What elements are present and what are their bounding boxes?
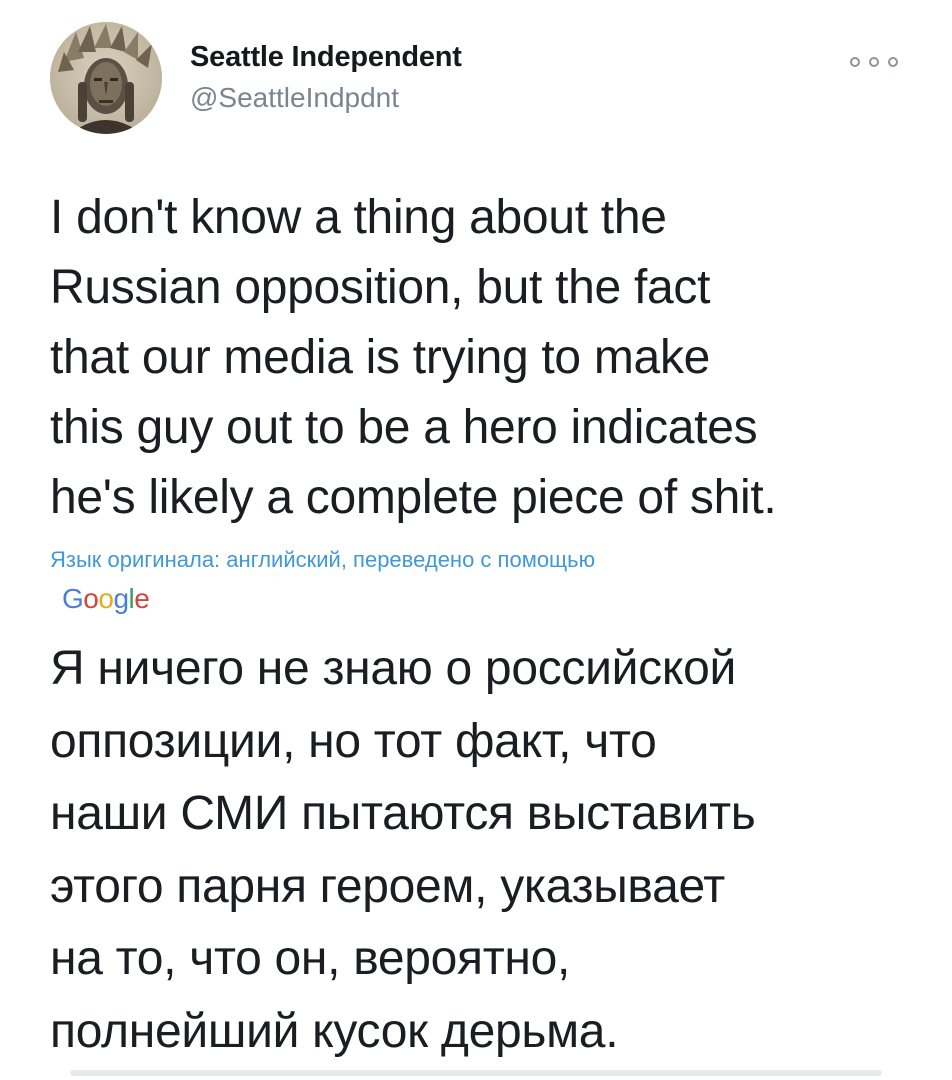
google-logo-letter: G: [62, 583, 84, 614]
translated-text-line: полнейший кусок дерьма.: [50, 1004, 619, 1058]
translation-note[interactable]: Язык оригинала: английский, переведено с…: [50, 546, 595, 574]
author-handle[interactable]: @SeattleIndpdnt: [190, 80, 462, 116]
tweet-card: Seattle Independent @SeattleIndpdnt I do…: [0, 0, 952, 1080]
more-options-icon: [869, 57, 879, 67]
more-options-button[interactable]: [850, 50, 898, 74]
google-logo-letter: e: [134, 583, 150, 614]
tweet-body: I don't know a thing about the Russian o…: [50, 183, 910, 533]
tweet-text-line: I don't know a thing about the: [50, 191, 667, 244]
author-info: Seattle Independent @SeattleIndpdnt: [190, 40, 462, 116]
portrait-avatar-icon: [50, 22, 162, 134]
more-options-icon: [888, 57, 898, 67]
google-logo-letter: o: [98, 583, 114, 614]
bottom-divider: [70, 1070, 882, 1076]
tweet-text-line: he's likely a complete piece of shit.: [50, 471, 777, 524]
translated-text-line: наши СМИ пытаются выставить: [50, 787, 756, 840]
tweet-text-line: this guy out to be a hero indicates: [50, 401, 758, 454]
more-options-icon: [850, 57, 860, 67]
tweet-text-line: Russian opposition, but the fact: [50, 261, 711, 314]
translated-text-line: Я ничего не знаю о российской: [50, 642, 736, 695]
translated-text-line: на то, что он, вероятно,: [50, 932, 571, 985]
google-logo-letter: g: [113, 583, 129, 614]
google-logo[interactable]: Google: [62, 582, 150, 616]
tweet-text-line: that our media is trying to make: [50, 331, 711, 384]
tweet-header: Seattle Independent @SeattleIndpdnt: [50, 22, 898, 142]
translated-tweet-body: Я ничего не знаю о российской оппозиции,…: [50, 633, 910, 1068]
author-display-name[interactable]: Seattle Independent: [190, 40, 462, 74]
translated-text-line: этого парня героем, указывает: [50, 859, 725, 913]
avatar[interactable]: [50, 22, 162, 134]
translated-text-line: оппозиции, но тот факт, что: [50, 714, 657, 768]
google-logo-letter: o: [83, 583, 99, 614]
